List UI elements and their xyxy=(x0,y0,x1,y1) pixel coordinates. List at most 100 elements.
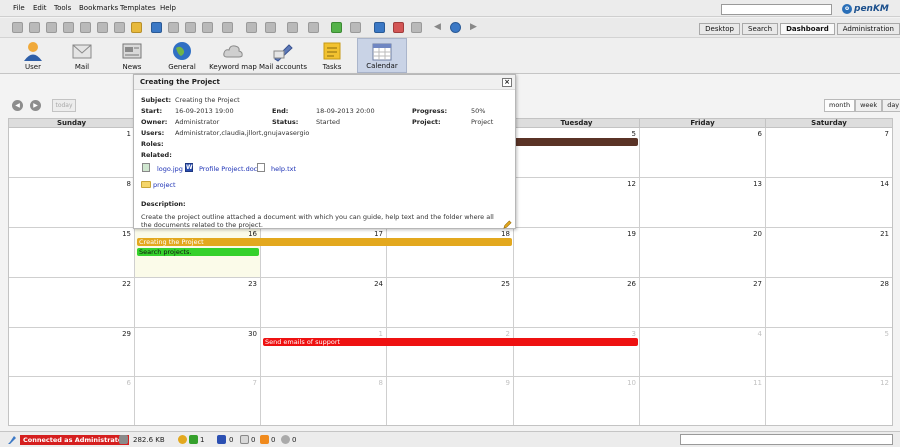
related-link-help[interactable]: help.txt xyxy=(271,165,296,173)
menu-help[interactable]: Help xyxy=(160,4,176,12)
view-day-button[interactable]: day xyxy=(882,99,900,112)
day-cell[interactable]: 23 xyxy=(135,278,261,328)
previous-month-icon[interactable]: ◀ xyxy=(12,100,23,111)
day-cell[interactable]: 8 xyxy=(261,377,387,425)
day-cell[interactable]: 9 xyxy=(387,377,514,425)
cancel-checkout-icon[interactable] xyxy=(114,22,125,33)
lock-icon[interactable] xyxy=(29,22,40,33)
properties-icon[interactable] xyxy=(185,22,196,33)
day-cell[interactable]: 1 xyxy=(9,128,135,178)
day-cell[interactable]: 5 xyxy=(766,328,892,377)
day-cell[interactable]: 8 xyxy=(9,178,135,228)
day-cell[interactable]: 29 xyxy=(9,328,135,377)
dashboard-tasks-button[interactable]: Tasks xyxy=(308,38,356,73)
download-icon[interactable] xyxy=(168,22,179,33)
related-link-profile[interactable]: Profile Project.doc xyxy=(199,165,257,173)
checkin-icon[interactable] xyxy=(80,22,91,33)
user-status-icon[interactable] xyxy=(178,435,187,444)
day-cell[interactable]: 2 xyxy=(387,328,514,377)
day-cell[interactable]: 15 xyxy=(9,228,135,278)
day-cell[interactable]: 4 xyxy=(640,328,766,377)
day-cell[interactable]: 6 xyxy=(640,128,766,178)
export-icon[interactable] xyxy=(411,22,422,33)
menu-templates[interactable]: Templates xyxy=(120,4,156,12)
calendar-event[interactable]: Send emails of support xyxy=(263,338,638,346)
calendar-event[interactable] xyxy=(514,138,638,146)
menu-tools[interactable]: Tools xyxy=(54,4,71,12)
subscriptions-icon[interactable] xyxy=(260,435,269,444)
calendar-event[interactable]: Creating the Project xyxy=(137,238,512,246)
day-cell[interactable]: 25 xyxy=(387,278,514,328)
day-cell[interactable]: 21 xyxy=(766,228,892,278)
today-button[interactable]: today xyxy=(52,99,76,112)
convert-icon[interactable] xyxy=(287,22,298,33)
tab-search[interactable]: Search xyxy=(742,23,779,35)
day-cell[interactable]: 30 xyxy=(135,328,261,377)
dashboard-news-button[interactable]: News xyxy=(108,38,156,73)
day-cell[interactable]: 24 xyxy=(261,278,387,328)
dashboard-mail-button[interactable]: Mail xyxy=(58,38,106,73)
subscribe-icon[interactable] xyxy=(222,22,233,33)
tab-desktop[interactable]: Desktop xyxy=(699,23,740,35)
day-cell[interactable]: 19 xyxy=(514,228,640,278)
day-cell[interactable]: 22 xyxy=(9,278,135,328)
menu-edit[interactable]: Edit xyxy=(33,4,47,12)
day-cell[interactable]: 13 xyxy=(640,178,766,228)
day-cell[interactable]: 27 xyxy=(640,278,766,328)
checkout-documents-icon[interactable] xyxy=(240,435,249,444)
day-cell[interactable]: 12 xyxy=(766,377,892,425)
close-icon[interactable]: × xyxy=(502,78,512,87)
print-icon[interactable] xyxy=(97,22,108,33)
split-icon[interactable] xyxy=(350,22,361,33)
day-cell[interactable]: 3 xyxy=(514,328,640,377)
related-link-logo[interactable]: logo.jpg xyxy=(157,165,183,173)
scanner-icon[interactable] xyxy=(374,22,385,33)
dashboard-general-button[interactable]: General xyxy=(158,38,206,73)
dashboard-user-button[interactable]: User xyxy=(9,38,57,73)
sync-icon[interactable] xyxy=(331,22,342,33)
back-arrow-icon[interactable]: ◀ xyxy=(432,22,443,33)
view-week-button[interactable]: week xyxy=(855,99,883,112)
calendar-event[interactable]: Search projects. xyxy=(137,248,259,256)
dashboard-calendar-button[interactable]: Calendar xyxy=(357,38,407,73)
home-icon[interactable] xyxy=(450,22,461,33)
day-cell[interactable]: 17 xyxy=(261,228,387,278)
day-cell[interactable]: 1 xyxy=(261,328,387,377)
tab-administration[interactable]: Administration xyxy=(836,23,900,35)
uploader-icon[interactable] xyxy=(393,22,404,33)
day-cell[interactable]: 18 xyxy=(387,228,514,278)
dashboard-keyword-map-button[interactable]: Keyword map xyxy=(208,38,258,73)
day-cell[interactable]: 14 xyxy=(766,178,892,228)
delete-icon[interactable] xyxy=(202,22,213,33)
tab-dashboard[interactable]: Dashboard xyxy=(780,23,835,35)
checkout-icon[interactable] xyxy=(63,22,74,33)
day-cell[interactable]: 12 xyxy=(514,178,640,228)
unlock-icon[interactable] xyxy=(46,22,57,33)
quick-search-input[interactable] xyxy=(721,4,832,15)
day-cell[interactable]: 6 xyxy=(9,377,135,425)
related-link-project[interactable]: project xyxy=(153,181,176,189)
day-cell[interactable]: 7 xyxy=(135,377,261,425)
day-cell[interactable]: 20 xyxy=(640,228,766,278)
day-cell[interactable]: 7 xyxy=(766,128,892,178)
chat-icon[interactable] xyxy=(189,435,198,444)
attachment-icon[interactable] xyxy=(281,435,290,444)
day-cell[interactable]: 26 xyxy=(514,278,640,328)
workflow-icon[interactable] xyxy=(308,22,319,33)
dashboard-mail-accounts-button[interactable]: Mail accounts xyxy=(258,38,308,73)
refresh-icon[interactable] xyxy=(12,22,23,33)
mail-attach-icon[interactable] xyxy=(265,22,276,33)
new-folder-icon[interactable] xyxy=(131,22,142,33)
menu-file[interactable]: File xyxy=(13,4,25,12)
add-document-icon[interactable] xyxy=(151,22,162,33)
mail-send-icon[interactable] xyxy=(246,22,257,33)
forward-arrow-icon[interactable]: ▶ xyxy=(468,22,479,33)
view-month-button[interactable]: month xyxy=(824,99,856,112)
next-month-icon[interactable]: ▶ xyxy=(30,100,41,111)
locked-documents-icon[interactable] xyxy=(217,435,226,444)
status-input[interactable] xyxy=(680,434,893,445)
day-cell[interactable]: 10 xyxy=(514,377,640,425)
day-cell[interactable]: 28 xyxy=(766,278,892,328)
edit-pencil-icon[interactable] xyxy=(503,220,512,229)
menu-bookmarks[interactable]: Bookmarks xyxy=(79,4,118,12)
